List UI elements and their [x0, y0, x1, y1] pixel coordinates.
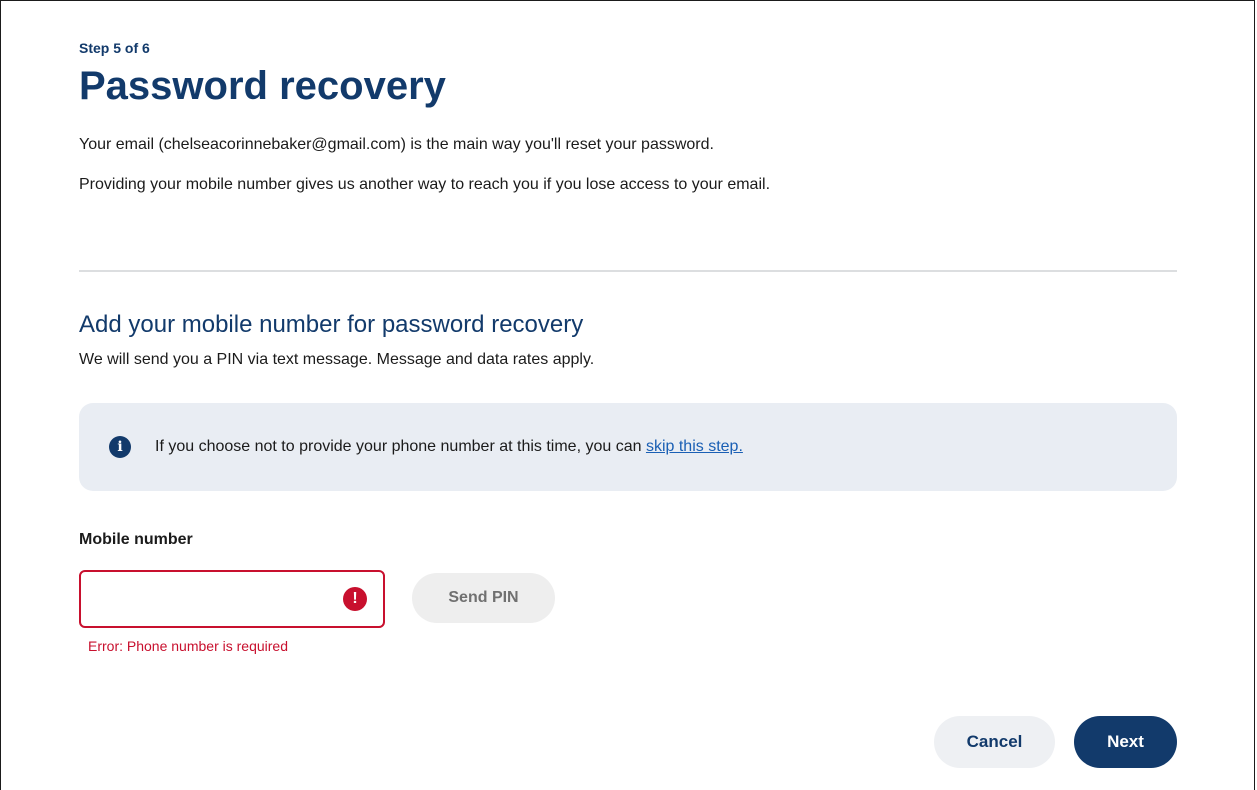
mobile-section-heading: Add your mobile number for password reco… [79, 311, 584, 338]
skip-step-link[interactable]: skip this step. [646, 438, 743, 455]
page-frame [0, 0, 1255, 790]
alert-message: If you choose not to provide your phone … [155, 435, 743, 459]
mobile-number-label: Mobile number [79, 531, 193, 548]
mobile-number-field-wrapper: ! [79, 570, 385, 628]
section-divider [79, 270, 1177, 272]
page-title: Password recovery [79, 64, 446, 108]
email-description: Your email (chelseacorinnebaker@gmail.co… [79, 136, 714, 153]
info-icon: i [109, 436, 131, 458]
step-indicator: Step 5 of 6 [79, 40, 150, 56]
next-button[interactable]: Next [1074, 716, 1177, 768]
cancel-button[interactable]: Cancel [934, 716, 1055, 768]
phone-error-message: Error: Phone number is required [88, 638, 288, 654]
alert-text: If you choose not to provide your phone … [155, 438, 646, 455]
exclamation-icon: ! [343, 587, 367, 611]
info-alert: i If you choose not to provide your phon… [79, 403, 1177, 491]
send-pin-button[interactable]: Send PIN [412, 573, 555, 623]
mobile-section-subtext: We will send you a PIN via text message.… [79, 351, 595, 368]
mobile-description: Providing your mobile number gives us an… [79, 176, 771, 193]
mobile-number-input[interactable] [91, 572, 335, 628]
